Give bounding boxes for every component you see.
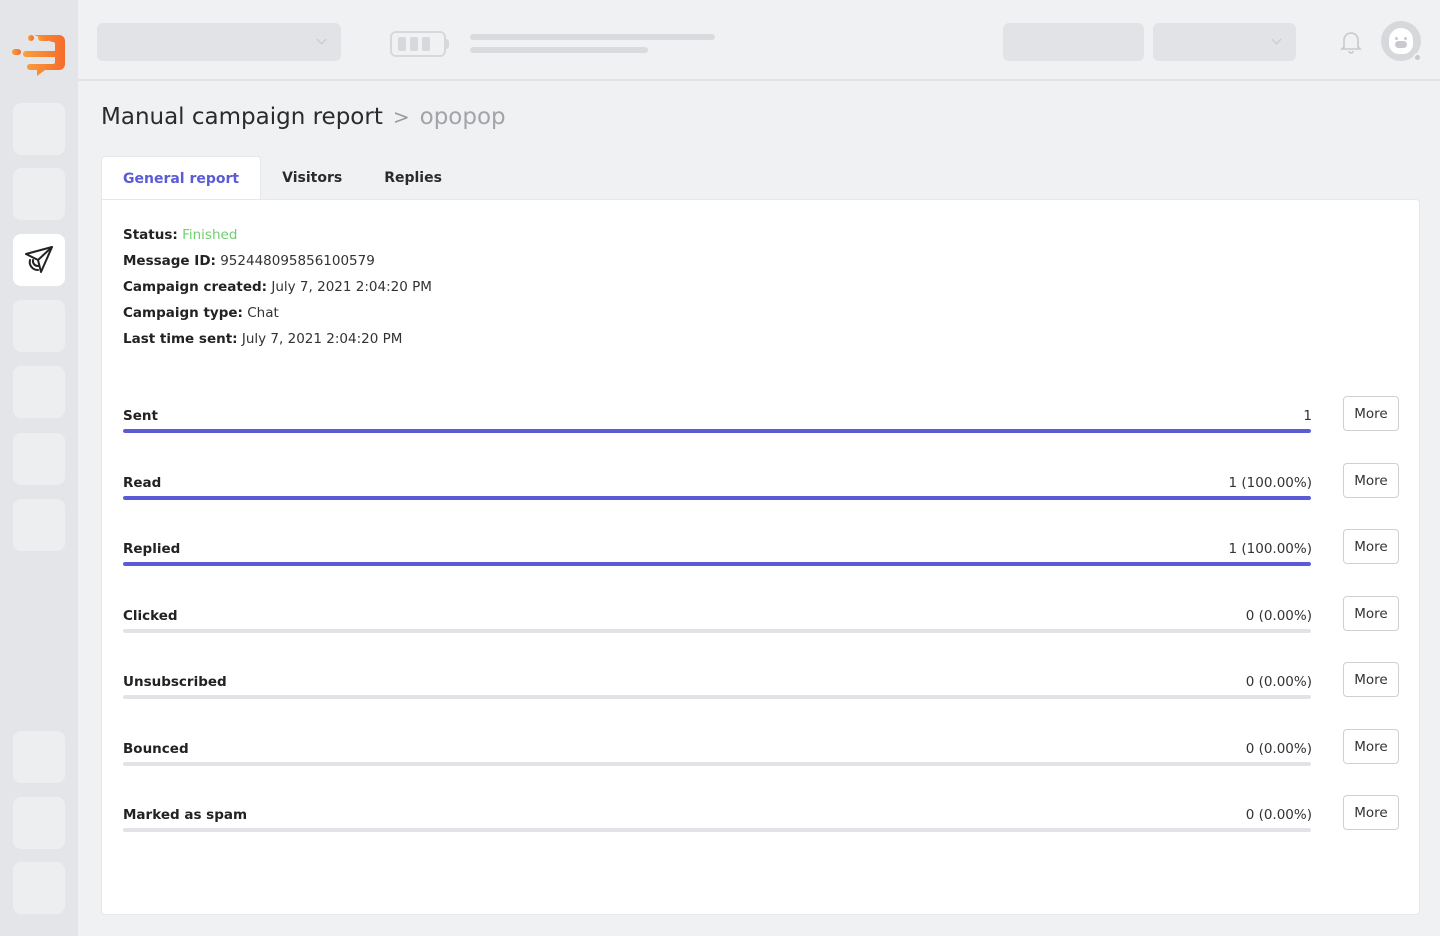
more-button-clicked[interactable]: More: [1343, 596, 1399, 631]
metric-row-sent: Sent 1 More: [123, 396, 1399, 448]
tab-visitors[interactable]: Visitors: [261, 156, 363, 200]
sidebar-item-1[interactable]: [13, 103, 65, 155]
report-tabs: General report Visitors Replies: [101, 156, 463, 200]
message-id-value: 952448095856100579: [220, 253, 375, 269]
campaign-name: opopop: [419, 104, 506, 130]
sidebar-item-4[interactable]: [13, 300, 65, 352]
metric-label: Replied: [123, 541, 181, 557]
metric-progress-bar: [123, 828, 1311, 832]
last-sent-value: July 7, 2021 2:04:20 PM: [241, 331, 403, 347]
metric-row-unsubscribed: Unsubscribed 0 (0.00%) More: [123, 662, 1399, 714]
more-button-unsubscribed[interactable]: More: [1343, 662, 1399, 697]
paper-plane-icon: [25, 246, 53, 273]
metric-progress-fill: [123, 562, 1311, 566]
metric-row-replied: Replied 1 (100.00%) More: [123, 529, 1399, 581]
metric-progress-bar: [123, 695, 1311, 699]
metric-label: Read: [123, 475, 162, 491]
tab-general-report[interactable]: General report: [101, 156, 262, 200]
more-button-marked-as-spam[interactable]: More: [1343, 795, 1399, 830]
sidebar-item-8[interactable]: [13, 731, 65, 783]
progress-placeholder: [470, 34, 715, 40]
metric-label: Clicked: [123, 608, 178, 624]
type-row: Campaign type: Chat: [123, 305, 279, 321]
metric-progress-bar: [123, 562, 1311, 566]
metric-value: 1 (100.00%): [1228, 541, 1312, 557]
breadcrumb-separator: >: [392, 105, 410, 129]
more-button-bounced[interactable]: More: [1343, 729, 1399, 764]
sidebar-item-6[interactable]: [13, 433, 65, 485]
metric-value: 1: [1303, 408, 1312, 424]
metric-progress-fill: [123, 496, 1311, 500]
type-value: Chat: [247, 305, 279, 321]
metric-value: 1 (100.00%): [1228, 475, 1312, 491]
report-card: Status: Finished Message ID: 95244809585…: [101, 199, 1420, 915]
chevron-down-icon: [1271, 34, 1282, 45]
metric-row-clicked: Clicked 0 (0.00%) More: [123, 596, 1399, 648]
metric-progress-fill: [123, 429, 1311, 433]
metric-label: Bounced: [123, 741, 189, 757]
sidebar-item-9[interactable]: [13, 797, 65, 849]
page-title[interactable]: Manual campaign report: [101, 104, 383, 130]
online-status-dot: [1413, 53, 1422, 62]
more-button-sent[interactable]: More: [1343, 396, 1399, 431]
bell-icon[interactable]: [1340, 30, 1362, 54]
status-row: Status: Finished: [123, 227, 238, 243]
metric-progress-bar: [123, 496, 1311, 500]
metric-progress-bar: [123, 762, 1311, 766]
metric-value: 0 (0.00%): [1245, 608, 1312, 624]
created-row: Campaign created: July 7, 2021 2:04:20 P…: [123, 279, 432, 295]
battery-icon: [390, 31, 449, 57]
metric-value: 0 (0.00%): [1245, 674, 1312, 690]
metric-row-read: Read 1 (100.00%) More: [123, 463, 1399, 515]
top-dropdown[interactable]: [1153, 23, 1296, 61]
metric-value: 0 (0.00%): [1245, 807, 1312, 823]
sidebar: [0, 0, 78, 936]
sidebar-item-7[interactable]: [13, 499, 65, 551]
progress-placeholder-2: [470, 47, 648, 53]
metric-label: Sent: [123, 408, 158, 424]
status-badge: Finished: [182, 227, 238, 243]
sidebar-item-2[interactable]: [13, 168, 65, 220]
sidebar-item-10[interactable]: [13, 862, 65, 914]
last-sent-row: Last time sent: July 7, 2021 2:04:20 PM: [123, 331, 403, 347]
avatar-icon: [1389, 28, 1413, 54]
metric-progress-bar: [123, 629, 1311, 633]
created-value: July 7, 2021 2:04:20 PM: [271, 279, 432, 295]
more-button-read[interactable]: More: [1343, 463, 1399, 498]
metric-row-marked-as-spam: Marked as spam 0 (0.00%) More: [123, 795, 1399, 847]
tab-replies[interactable]: Replies: [363, 156, 463, 200]
metric-row-bounced: Bounced 0 (0.00%) More: [123, 729, 1399, 781]
metric-label: Marked as spam: [123, 807, 248, 823]
campaign-details: Status: Finished Message ID: 95244809585…: [123, 222, 432, 352]
sidebar-item-campaigns[interactable]: [13, 234, 65, 286]
message-id-row: Message ID: 952448095856100579: [123, 253, 375, 269]
avatar[interactable]: [1381, 21, 1422, 62]
chevron-down-icon: [316, 34, 327, 45]
breadcrumb: Manual campaign report > opopop: [101, 104, 506, 130]
metric-value: 0 (0.00%): [1245, 741, 1312, 757]
top-bar: [78, 0, 1440, 81]
sidebar-item-5[interactable]: [13, 366, 65, 418]
workspace-dropdown[interactable]: [97, 23, 341, 61]
more-button-replied[interactable]: More: [1343, 529, 1399, 564]
app-logo-icon[interactable]: [11, 32, 67, 78]
metric-progress-bar: [123, 429, 1311, 433]
top-action-button[interactable]: [1003, 23, 1144, 61]
metric-label: Unsubscribed: [123, 674, 227, 690]
